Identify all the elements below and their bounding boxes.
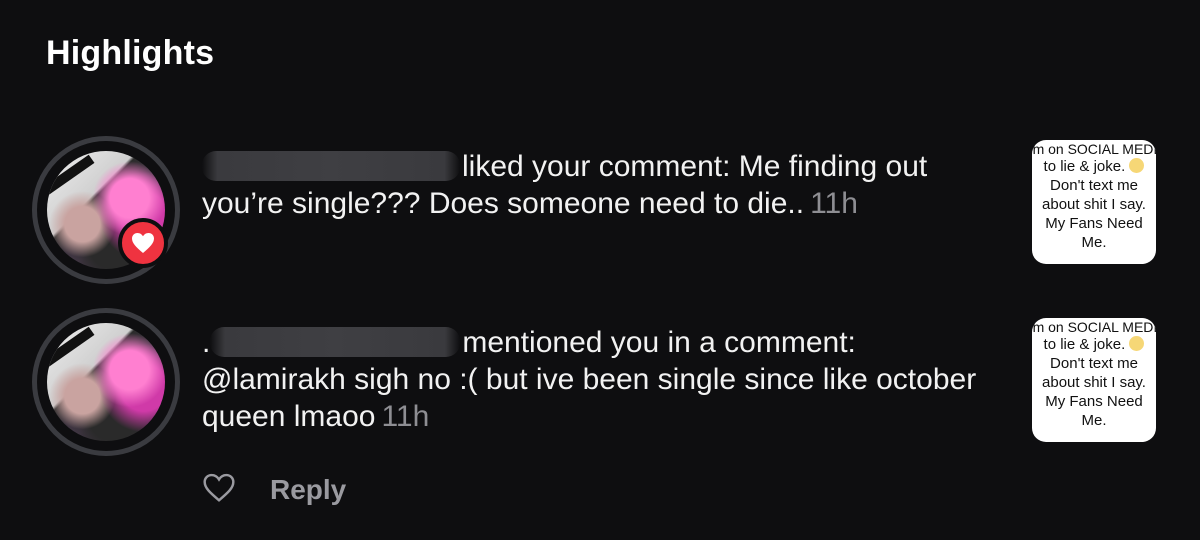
redacted-username bbox=[210, 327, 461, 357]
thumbnail-line: I'm on SOCIAL MEDIA bbox=[1032, 141, 1156, 157]
reply-button[interactable]: Reply bbox=[270, 474, 346, 506]
thumbnail-line: Me. bbox=[1081, 234, 1107, 251]
notification-time: 11h bbox=[810, 187, 858, 220]
thumbnail-line: My Fans Need bbox=[1045, 215, 1143, 232]
thumbnail-line: about shit I say. bbox=[1042, 196, 1146, 213]
thumbnail-line: to lie & joke. bbox=[1043, 158, 1126, 175]
heart-badge-icon bbox=[118, 218, 168, 268]
like-heart-icon[interactable] bbox=[202, 473, 236, 508]
post-thumbnail[interactable]: I'm on SOCIAL MEDIA to lie & joke. Don't… bbox=[1032, 140, 1156, 264]
notification-lead: . bbox=[202, 326, 211, 359]
thumbnail-line: to lie & joke. bbox=[1043, 336, 1126, 353]
emoji-icon bbox=[1129, 158, 1145, 173]
thumbnail-line: about shit I say. bbox=[1042, 374, 1146, 391]
reply-row: Reply bbox=[202, 470, 346, 510]
thumbnail-line: I'm on SOCIAL MEDIA bbox=[1032, 319, 1156, 335]
thumbnail-line: Don't text me bbox=[1050, 177, 1138, 194]
emoji-icon bbox=[1129, 336, 1145, 351]
thumbnail-line: Don't text me bbox=[1050, 355, 1138, 372]
thumbnail-line: My Fans Need bbox=[1045, 393, 1143, 410]
notification-time: 11h bbox=[381, 400, 430, 433]
avatar-image bbox=[47, 323, 165, 441]
post-thumbnail[interactable]: I'm on SOCIAL MEDIA to lie & joke. Don't… bbox=[1032, 318, 1156, 442]
notification-text: liked your comment: Me finding out you’r… bbox=[202, 148, 992, 222]
redacted-username bbox=[202, 151, 460, 181]
notification-item[interactable]: liked your comment: Me finding out you’r… bbox=[0, 126, 1200, 286]
notification-item[interactable]: . mentioned you in a comment: @lamirakh s… bbox=[0, 304, 1200, 464]
notification-text: . mentioned you in a comment: @lamirakh s… bbox=[202, 324, 992, 435]
thumbnail-line: Me. bbox=[1081, 412, 1107, 429]
section-title: Highlights bbox=[46, 34, 215, 72]
avatar[interactable] bbox=[32, 308, 180, 456]
